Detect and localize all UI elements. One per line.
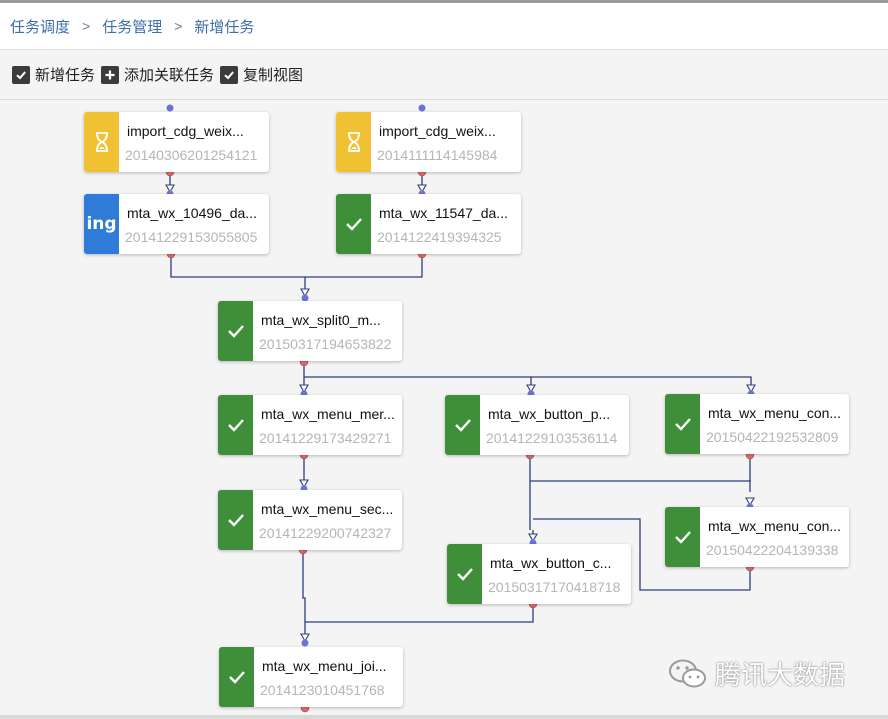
link-line bbox=[170, 253, 306, 296]
check-icon bbox=[336, 194, 371, 254]
task-timestamp: 20141229103536114 bbox=[486, 430, 618, 446]
task-timestamp: 20141229173429271 bbox=[259, 430, 392, 446]
watermark-text: 腾讯大数据 bbox=[715, 661, 846, 691]
breadcrumb-item-task-management[interactable]: 任务管理 bbox=[102, 16, 162, 37]
copy-view-button[interactable]: 复制视图 bbox=[220, 64, 303, 85]
task-timestamp: 20141229153055805 bbox=[125, 229, 258, 245]
running-status-icon: ing bbox=[84, 194, 119, 254]
task-node[interactable]: mta_wx_menu_sec... 20141229200742327 bbox=[218, 490, 402, 550]
task-name: mta_wx_button_p... bbox=[488, 406, 611, 422]
breadcrumb: 任务调度 > 任务管理 > 新增任务 bbox=[0, 3, 888, 50]
running-status-text: ing bbox=[86, 214, 117, 234]
check-icon bbox=[218, 301, 253, 361]
add-related-task-button[interactable]: 添加关联任务 bbox=[101, 64, 214, 85]
hourglass-icon bbox=[84, 112, 119, 172]
task-name: mta_wx_split0_m... bbox=[261, 312, 381, 328]
task-node[interactable]: ing mta_wx_10496_da... 20141229153055805 bbox=[84, 194, 269, 254]
copy-view-label: 复制视图 bbox=[243, 67, 304, 84]
task-timestamp: 20150422204139338 bbox=[706, 542, 839, 558]
checkbox-icon bbox=[12, 65, 30, 84]
task-timestamp: 20150422192532809 bbox=[706, 429, 839, 445]
task-node[interactable]: mta_wx_menu_joi... 2014123010451768 bbox=[219, 647, 403, 707]
link-line bbox=[305, 604, 534, 623]
new-task-label: 新增任务 bbox=[35, 67, 96, 84]
task-node[interactable]: mta_wx_11547_da... 2014122419394325 bbox=[336, 194, 521, 254]
check-icon bbox=[218, 395, 253, 455]
add-related-task-label: 添加关联任务 bbox=[124, 67, 215, 84]
task-node[interactable]: import_cdg_weix... 20140306201254121 bbox=[84, 112, 269, 172]
breadcrumb-separator: > bbox=[174, 18, 183, 34]
input-port bbox=[166, 104, 174, 112]
task-node[interactable]: mta_wx_split0_m... 20150317194653822 bbox=[218, 301, 402, 361]
input-port bbox=[301, 639, 309, 647]
task-name: mta_wx_button_c... bbox=[490, 555, 612, 571]
input-port bbox=[418, 104, 426, 112]
breadcrumb-item-new-task[interactable]: 新增任务 bbox=[194, 16, 254, 37]
task-timestamp: 20140306201254121 bbox=[125, 147, 258, 163]
breadcrumb-separator: > bbox=[82, 18, 91, 34]
task-node[interactable]: mta_wx_menu_con... 20150422192532809 bbox=[665, 394, 849, 454]
task-timestamp: 20150317194653822 bbox=[259, 336, 392, 352]
task-node[interactable]: import_cdg_weix... 2014111114145984 bbox=[336, 112, 521, 172]
check-icon bbox=[445, 395, 480, 455]
task-timestamp: 2014122419394325 bbox=[377, 229, 505, 245]
task-timestamp: 2014123010451768 bbox=[260, 682, 388, 698]
link-line bbox=[305, 253, 423, 278]
bottom-border bbox=[0, 715, 888, 719]
task-node[interactable]: mta_wx_button_c... 20150317170418718 bbox=[447, 544, 631, 604]
workflow-canvas[interactable]: import_cdg_weix... 20140306201254121 imp… bbox=[0, 100, 888, 719]
task-node[interactable]: mta_wx_menu_con... 20150422204139338 bbox=[665, 507, 849, 567]
task-name: mta_wx_menu_mer... bbox=[261, 406, 395, 422]
toolbar: 新增任务 添加关联任务 复制视图 bbox=[0, 50, 888, 100]
breadcrumb-item-task-schedule[interactable]: 任务调度 bbox=[10, 16, 70, 37]
task-name: mta_wx_11547_da... bbox=[379, 205, 508, 221]
task-timestamp: 2014111114145984 bbox=[377, 147, 501, 163]
check-icon bbox=[665, 394, 700, 454]
hourglass-icon bbox=[336, 112, 371, 172]
link-line bbox=[302, 551, 306, 634]
task-timestamp: 20141229200742327 bbox=[259, 525, 392, 541]
check-icon bbox=[665, 507, 700, 567]
checkbox-icon bbox=[220, 65, 239, 84]
task-name: mta_wx_menu_con... bbox=[708, 518, 842, 534]
task-node[interactable]: mta_wx_button_p... 20141229103536114 bbox=[445, 395, 629, 455]
task-name: mta_wx_10496_da... bbox=[127, 205, 257, 221]
task-name: mta_wx_menu_con... bbox=[708, 405, 842, 421]
task-name: mta_wx_menu_sec... bbox=[261, 501, 394, 517]
plus-icon bbox=[101, 65, 120, 84]
check-icon bbox=[219, 647, 254, 707]
task-name: mta_wx_menu_joi... bbox=[262, 658, 387, 674]
check-icon bbox=[218, 490, 253, 550]
task-node[interactable]: mta_wx_menu_mer... 20141229173429271 bbox=[218, 395, 402, 455]
task-name: import_cdg_weix... bbox=[379, 123, 496, 139]
new-task-button[interactable]: 新增任务 bbox=[12, 64, 95, 85]
check-icon bbox=[447, 544, 482, 604]
task-name: import_cdg_weix... bbox=[127, 123, 244, 139]
watermark: 腾讯大数据 bbox=[667, 655, 845, 692]
wechat-icon bbox=[669, 659, 706, 687]
task-timestamp: 20150317170418718 bbox=[488, 579, 621, 595]
